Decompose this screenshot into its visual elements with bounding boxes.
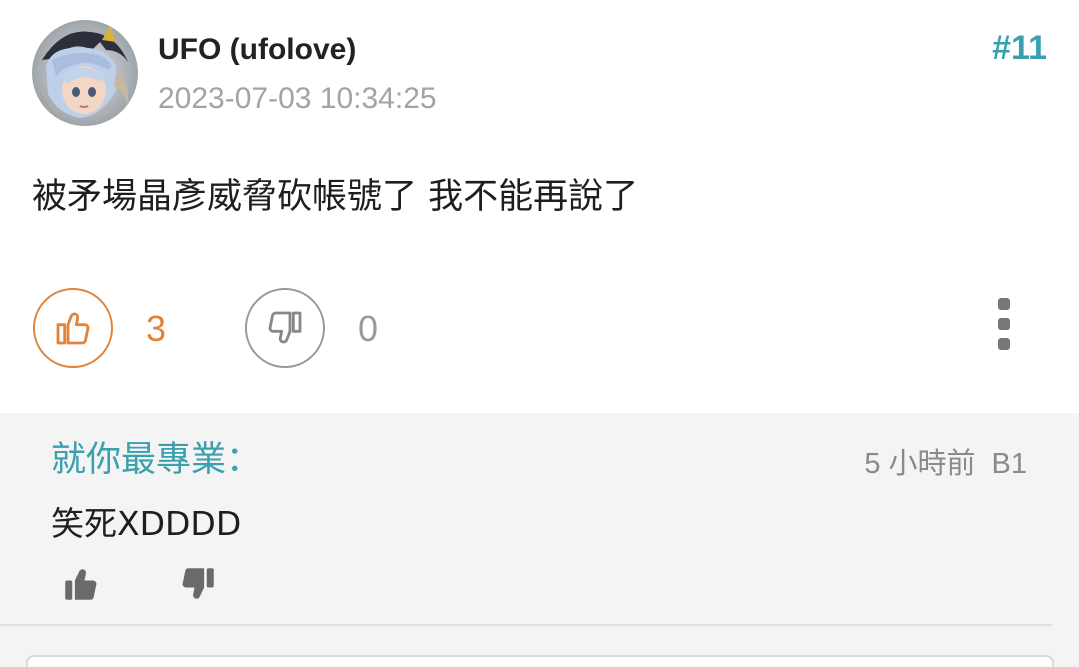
thumbs-up-icon <box>65 569 97 600</box>
reply-dislike-button[interactable] <box>177 563 219 605</box>
reply-time: 5 小時前 <box>864 448 976 480</box>
avatar[interactable] <box>32 20 138 126</box>
dislike-button[interactable] <box>245 288 325 368</box>
like-button[interactable] <box>33 288 113 368</box>
reply-meta: 5 小時前 B1 <box>864 440 1027 482</box>
reply-divider <box>0 624 1052 626</box>
thumbs-up-icon <box>56 312 90 345</box>
comment-input[interactable] <box>26 655 1054 667</box>
like-count: 3 <box>146 308 167 349</box>
author-name[interactable]: UFO (ufolove) <box>158 33 356 67</box>
reply-author-name[interactable]: 就你最專業： <box>51 431 261 482</box>
more-options-button[interactable] <box>986 298 1022 350</box>
avatar-image <box>32 20 138 126</box>
post-timestamp: 2023-07-03 10:34:25 <box>158 82 437 115</box>
reply-like-button[interactable] <box>60 563 102 605</box>
more-dot <box>998 338 1010 350</box>
post-body: 被矛場晶彥威脅砍帳號了 我不能再說了 <box>32 177 639 217</box>
thumbs-down-icon <box>268 311 302 344</box>
reply-floor: B1 <box>991 448 1027 480</box>
post-page: UFO (ufolove) 2023-07-03 10:34:25 #11 被矛… <box>0 0 1079 667</box>
reply-section: 就你最專業： 5 小時前 B1 笑死XDDDD <box>0 413 1079 667</box>
thumbs-down-icon <box>182 568 214 599</box>
floor-number: #11 <box>992 29 1047 67</box>
reply-text: 笑死XDDDD <box>51 504 242 543</box>
dislike-count: 0 <box>358 308 379 349</box>
more-vertical-icon <box>998 298 1010 310</box>
more-dot <box>998 318 1010 330</box>
